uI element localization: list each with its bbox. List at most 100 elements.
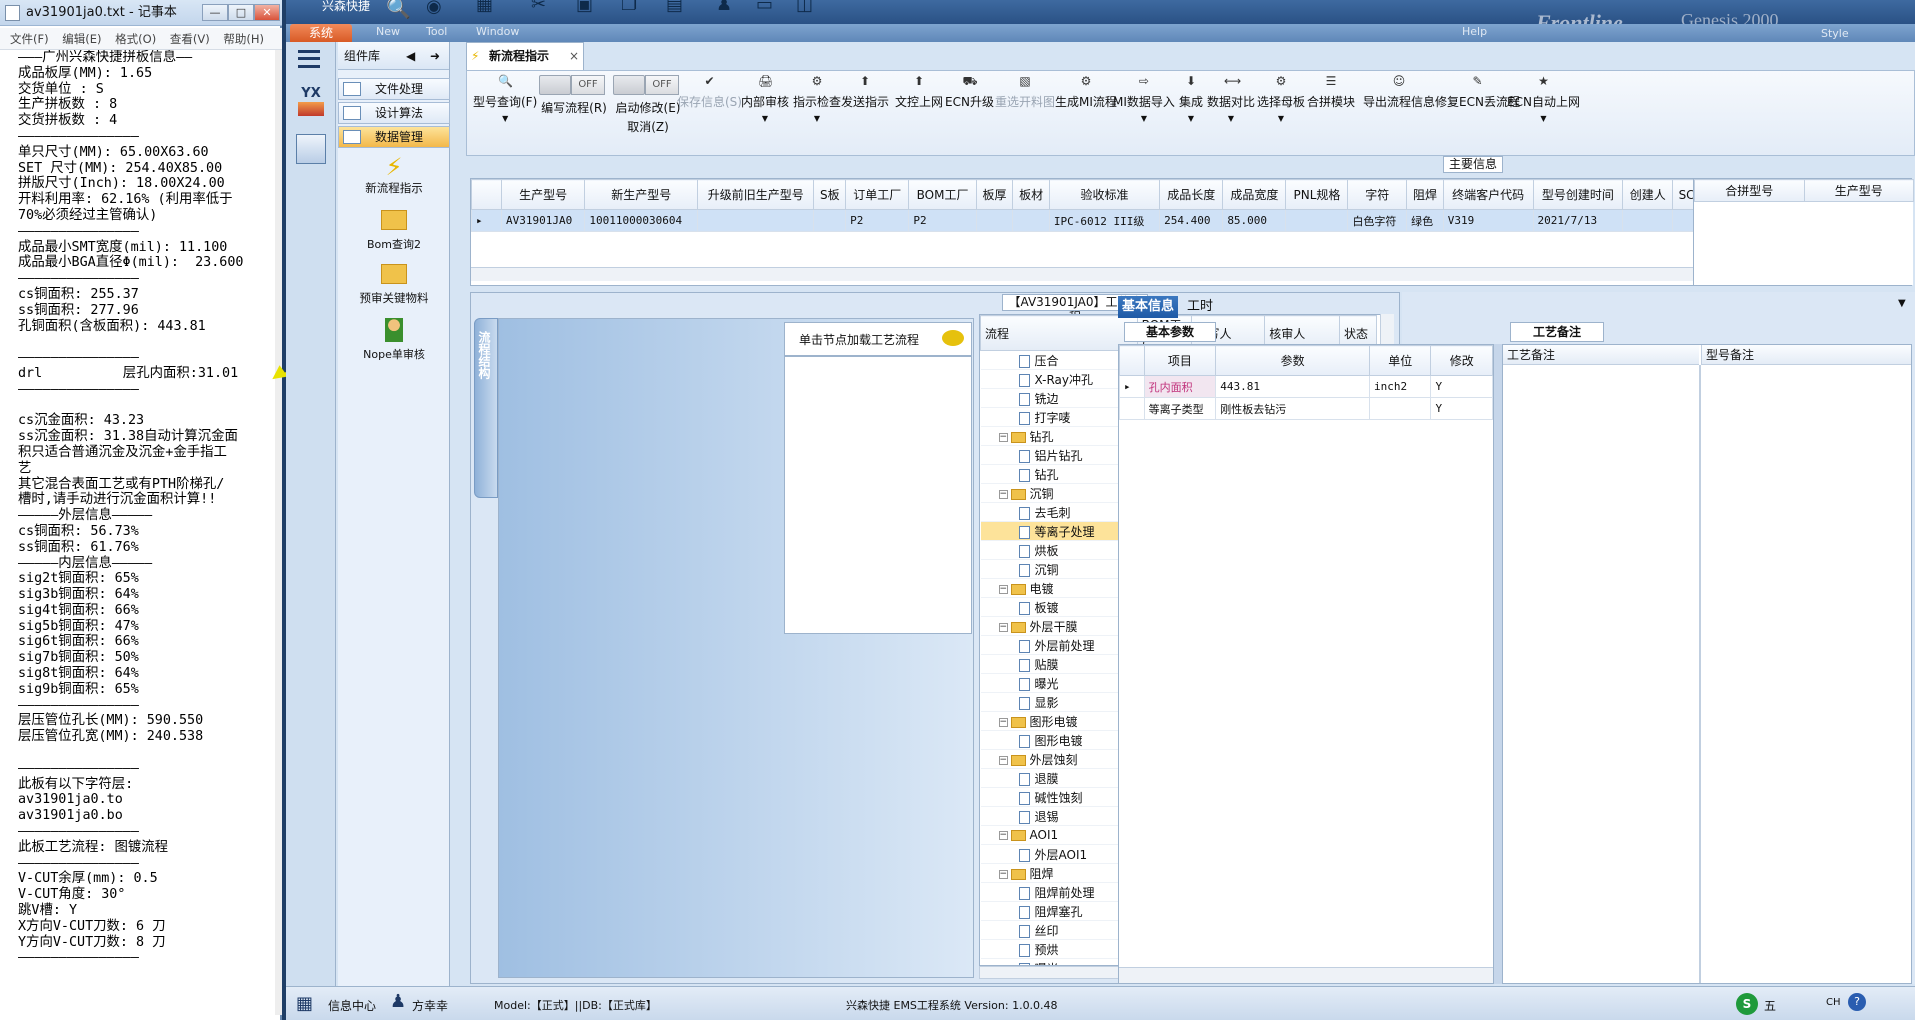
collapse-icon[interactable]: −: [998, 432, 1008, 442]
band-tool[interactable]: Tool: [426, 25, 447, 38]
flow-structure-vertical-tab[interactable]: 流程结构: [474, 318, 498, 498]
band-help[interactable]: Help: [1462, 25, 1487, 38]
toolbar-btn-11[interactable]: ⇨ MI数据导入 ▼: [1113, 75, 1175, 123]
process-notes-tab[interactable]: 工艺备注: [1510, 322, 1604, 342]
apps-grid-icon[interactable]: ▦: [296, 993, 313, 1014]
band-new[interactable]: New: [376, 25, 400, 38]
main-cell-3[interactable]: [813, 209, 847, 232]
grid-icon[interactable]: ▦: [476, 0, 493, 15]
collapse-icon[interactable]: −: [998, 717, 1008, 727]
main-cell-13[interactable]: 绿色: [1406, 209, 1444, 232]
toolbar-btn-14[interactable]: ⚙ 选择母板 ▼: [1257, 75, 1305, 123]
main-col-3[interactable]: S板: [813, 179, 847, 210]
save-icon[interactable]: ▣: [576, 0, 593, 15]
chevron-down-icon[interactable]: ▼: [1898, 298, 1906, 309]
main-col-7[interactable]: 板材: [1012, 179, 1050, 210]
main-cell-16[interactable]: [1622, 209, 1674, 232]
lib-item-key-material[interactable]: 预审关键物料: [338, 264, 450, 306]
param-value[interactable]: 443.81: [1215, 375, 1370, 398]
toolbar-sub-label[interactable]: 取消(Z): [613, 118, 683, 135]
toolbar-btn-10[interactable]: ⚙ 生成MI流程: [1055, 75, 1117, 110]
main-cell-12[interactable]: 白色字符: [1347, 209, 1408, 232]
user-icon[interactable]: ♟: [716, 0, 732, 15]
main-col-12[interactable]: 字符: [1347, 179, 1408, 210]
lib-button-data-management[interactable]: 数据管理: [338, 126, 450, 148]
maximize-icon[interactable]: □: [228, 4, 254, 21]
menu-file[interactable]: 文件(F): [10, 32, 49, 46]
param-value[interactable]: 刚性板去钻污: [1215, 397, 1370, 420]
main-col-0[interactable]: 生产型号: [500, 179, 586, 210]
system-tab[interactable]: 系统: [290, 24, 352, 42]
main-cell-1[interactable]: 10011000030604: [584, 209, 699, 232]
main-col-6[interactable]: 板厚: [975, 179, 1014, 210]
help-icon[interactable]: ?: [1848, 993, 1866, 1011]
main-col-14[interactable]: 终端客户代码: [1442, 179, 1534, 210]
pin-icon[interactable]: ➜: [430, 42, 440, 70]
window-icon[interactable]: ◫: [796, 0, 813, 15]
main-col-13[interactable]: 阻焊: [1406, 179, 1444, 210]
hamburger-menu-icon[interactable]: [298, 50, 320, 68]
main-col-16[interactable]: 创建人: [1622, 179, 1674, 210]
toolbar-btn-9[interactable]: ▧ 重选开料图: [995, 75, 1055, 110]
menu-edit[interactable]: 编辑(E): [62, 32, 101, 46]
search-icon[interactable]: 🔍: [386, 0, 411, 20]
main-cell-15[interactable]: 2021/7/13: [1532, 209, 1624, 232]
main-cell-5[interactable]: P2: [908, 209, 977, 232]
main-cell-7[interactable]: [1012, 209, 1050, 232]
close-icon[interactable]: ✕: [254, 4, 280, 21]
monitor-icon[interactable]: ▭: [756, 0, 773, 15]
toggle-switch[interactable]: OFF: [539, 75, 609, 95]
row-indicator[interactable]: ▸: [471, 209, 502, 232]
param-row[interactable]: 等离子类型 刚性板去钻污 Y: [1119, 397, 1493, 420]
collapse-left-icon[interactable]: ◀: [406, 42, 415, 70]
main-cell-4[interactable]: P2: [845, 209, 910, 232]
collapse-icon[interactable]: −: [998, 869, 1008, 879]
toolbar-btn-12[interactable]: ⬇ 集成 ▼: [1179, 75, 1203, 123]
toolbar-btn-13[interactable]: ⟷ 数据对比 ▼: [1207, 75, 1255, 123]
info-center[interactable]: 信息中心: [328, 997, 376, 1014]
toolbar-btn-3[interactable]: ✔ 保存信息(S): [677, 75, 742, 110]
collapse-icon[interactable]: −: [998, 584, 1008, 594]
main-col-15[interactable]: 型号创建时间: [1532, 179, 1624, 210]
ime-s-icon[interactable]: S: [1736, 993, 1758, 1015]
node-list[interactable]: [784, 356, 972, 634]
toolbar-btn-1[interactable]: OFF 编写流程(R): [539, 75, 609, 116]
toolbar-btn-15[interactable]: ☰ 合拼模块: [1307, 75, 1355, 110]
collapse-icon[interactable]: −: [998, 755, 1008, 765]
toolbar-btn-2[interactable]: OFF 启动修改(E) 取消(Z): [613, 75, 683, 135]
tab-basic-info[interactable]: 基本信息: [1118, 296, 1178, 318]
tab-work-hours[interactable]: 工时: [1180, 296, 1220, 318]
toolbar-btn-7[interactable]: ⬆ 文控上网: [895, 75, 943, 110]
main-col-1[interactable]: 新生产型号: [584, 179, 699, 210]
dropdown-arrow-icon[interactable]: ▼: [1257, 114, 1305, 123]
lib-item-bom-query[interactable]: Bom查询2: [338, 210, 450, 252]
menu-format[interactable]: 格式(O): [115, 32, 156, 46]
toolbar-btn-6[interactable]: ⬆ 发送指示: [841, 75, 889, 110]
tools-icon[interactable]: ✂: [531, 0, 546, 15]
ime-wubi-label[interactable]: 五: [1764, 997, 1776, 1014]
main-col-11[interactable]: PNL规格: [1285, 179, 1349, 210]
notepad-text-area[interactable]: ———广州兴森快捷拼板信息—— 成品板厚(MM): 1.65 交货单位 : S 生产拼…: [18, 50, 276, 1015]
main-col-10[interactable]: 成品宽度: [1222, 179, 1287, 210]
main-col-2[interactable]: 升级前旧生产型号: [697, 179, 815, 210]
lib-button-file-processing[interactable]: 文件处理: [338, 78, 450, 100]
main-cell-0[interactable]: AV31901JA0: [500, 209, 586, 232]
basic-params-tab[interactable]: 基本参数: [1124, 322, 1216, 342]
lib-button-design-algorithm[interactable]: 设计算法: [338, 102, 450, 124]
main-col-4[interactable]: 订单工厂: [845, 179, 910, 210]
params-hscroll[interactable]: [1119, 967, 1493, 983]
style-dropdown[interactable]: Style: [1821, 27, 1849, 40]
dropdown-arrow-icon[interactable]: ▼: [1507, 114, 1580, 123]
main-cell-14[interactable]: V319: [1442, 209, 1534, 232]
lib-item-nope-review[interactable]: Nope单审核: [338, 318, 450, 362]
dropdown-arrow-icon[interactable]: ▼: [473, 114, 537, 123]
main-cell-11[interactable]: [1285, 209, 1349, 232]
main-cell-9[interactable]: 254.400: [1159, 209, 1224, 232]
collapse-icon[interactable]: −: [998, 622, 1008, 632]
band-window[interactable]: Window: [476, 25, 519, 38]
lib-item-new-flow[interactable]: ⚡ 新流程指示: [338, 154, 450, 196]
tab-new-flow-instruction[interactable]: ⚡ 新流程指示 ×: [466, 42, 584, 70]
dropdown-arrow-icon[interactable]: ▼: [1179, 114, 1203, 123]
main-cell-8[interactable]: IPC-6012 III级: [1048, 209, 1161, 232]
collapse-icon[interactable]: −: [998, 489, 1008, 499]
